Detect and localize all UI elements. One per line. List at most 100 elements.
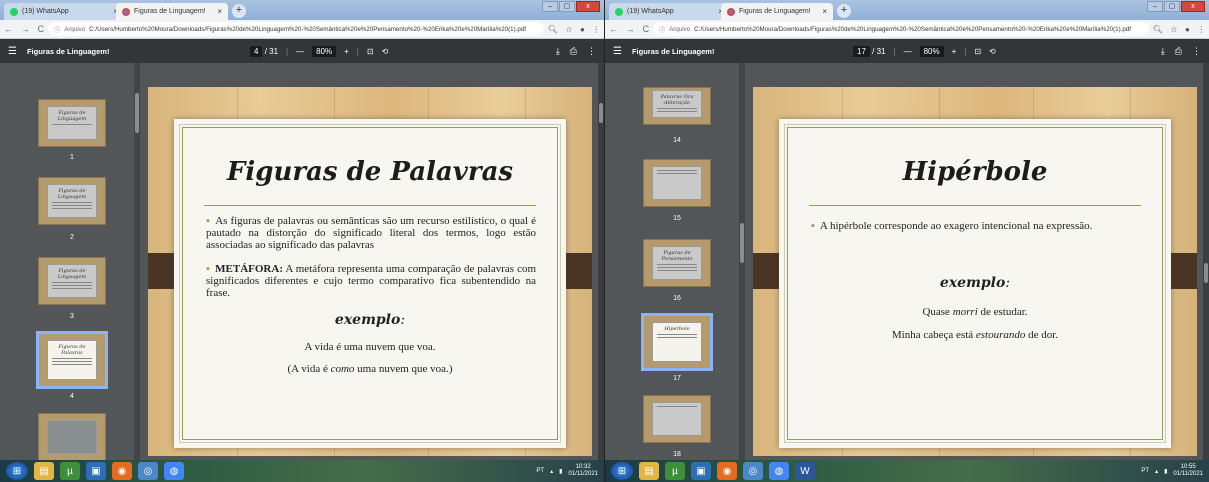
rotate-icon[interactable]: ⟲ <box>382 47 389 56</box>
zoom-out-button[interactable]: — <box>296 47 304 56</box>
whatsapp-icon <box>10 7 18 16</box>
more-icon[interactable]: ⋮ <box>1192 46 1201 57</box>
page-thumbnail[interactable]: Figuras de Linguagem <box>38 257 106 305</box>
scrollbar-thumb[interactable] <box>1204 263 1208 283</box>
close-window-button[interactable]: x <box>576 1 600 12</box>
zoom-in-button[interactable]: + <box>344 47 349 56</box>
slide-card: Hipérbole ▪ A hipérbole corresponde ao ex… <box>779 119 1171 448</box>
zoom-in-button[interactable]: + <box>952 47 957 56</box>
url-text: C:/Users/Humberto%20Moura/Downloads/Figu… <box>89 25 526 33</box>
zoom-input[interactable]: 80% <box>919 45 944 57</box>
page-thumbnail-selected[interactable]: Figuras de Palavras <box>36 331 108 389</box>
page-thumbnail[interactable]: Palavras Oca Aliteração <box>643 87 711 125</box>
page-thumbnail[interactable] <box>643 395 711 443</box>
close-tab-icon[interactable]: × <box>822 7 827 16</box>
firefox-icon[interactable]: ◉ <box>717 462 737 480</box>
page-thumbnail[interactable]: Figuras de Pensamento <box>643 239 711 287</box>
back-icon[interactable]: ← <box>4 24 13 34</box>
profile-icon[interactable]: ● <box>580 25 585 34</box>
url-field[interactable]: ⓘ Arquivo C:/Users/Humberto%20Moura/Down… <box>48 22 544 36</box>
download-icon[interactable]: ⤓ <box>1161 46 1165 57</box>
system-tray: PT ▴ ▮ 10:32 01/11/2021 <box>536 464 598 478</box>
page-number-input[interactable]: 4 <box>250 45 263 57</box>
reload-icon[interactable]: C <box>38 24 45 34</box>
star-icon[interactable]: ☆ <box>1170 25 1177 34</box>
page-thumbnail[interactable]: Figuras de Linguagem <box>38 177 106 225</box>
tray-arrow-icon[interactable]: ▴ <box>1155 468 1158 475</box>
clock[interactable]: 10:55 01/11/2021 <box>1173 464 1203 478</box>
restore-button[interactable]: ▢ <box>559 1 575 12</box>
star-icon[interactable]: ☆ <box>565 25 572 34</box>
viewer-scrollbar[interactable] <box>1203 63 1209 460</box>
chrome-taskbar-icon[interactable]: ◍ <box>769 462 789 480</box>
network-icon[interactable]: ▮ <box>559 468 562 475</box>
print-icon[interactable]: ⎙ <box>1175 46 1182 57</box>
info-icon[interactable]: ⓘ <box>659 25 665 34</box>
hamburger-menu-icon[interactable]: ☰ <box>8 46 17 57</box>
close-tab-icon[interactable]: × <box>217 7 222 16</box>
language-indicator[interactable]: PT <box>1141 468 1149 474</box>
url-field[interactable]: ⓘ Arquivo C:/Users/Humberto%20Moura/Down… <box>653 22 1149 36</box>
minimize-button[interactable]: – <box>1147 1 1163 12</box>
info-icon[interactable]: ⓘ <box>54 25 60 34</box>
start-button-icon[interactable]: ⊞ <box>611 462 633 480</box>
print-icon[interactable]: ⎙ <box>570 46 577 57</box>
profile-icon[interactable]: ● <box>1185 25 1190 34</box>
tray-arrow-icon[interactable]: ▴ <box>550 468 553 475</box>
fit-page-icon[interactable]: ⊡ <box>367 47 374 56</box>
more-icon[interactable]: ⋮ <box>587 46 596 57</box>
zoom-out-button[interactable]: — <box>904 47 912 56</box>
thumbnail-label: 4 <box>70 393 74 400</box>
clock[interactable]: 10:32 01/11/2021 <box>568 464 598 478</box>
network-icon[interactable]: ▮ <box>1164 468 1167 475</box>
fit-page-icon[interactable]: ⊡ <box>974 47 981 56</box>
kebab-menu-icon[interactable]: ⋮ <box>1197 25 1205 34</box>
tab-pdf[interactable]: Figuras de Linguagem! × <box>116 3 228 20</box>
zoom-icon[interactable]: 🔍︎ <box>548 25 558 34</box>
language-indicator[interactable]: PT <box>536 468 544 474</box>
page-thumbnail[interactable] <box>643 159 711 207</box>
pdf-actions: ⤓ ⎙ ⋮ <box>556 46 596 57</box>
page-thumbnail[interactable] <box>38 413 106 460</box>
chrome-taskbar-icon[interactable]: ◍ <box>164 462 184 480</box>
folder-icon[interactable]: ▤ <box>34 462 54 480</box>
scrollbar-thumb[interactable] <box>740 223 744 263</box>
tab-whatsapp[interactable]: (19) WhatsApp × <box>4 3 124 20</box>
page-thumbnail-selected[interactable]: Hipérbole <box>641 313 713 371</box>
pdf-title: Figuras de Linguagem! <box>631 46 715 56</box>
firefox-icon[interactable]: ◉ <box>112 462 132 480</box>
restore-button[interactable]: ▢ <box>1164 1 1180 12</box>
tab-whatsapp[interactable]: (19) WhatsApp × <box>609 3 729 20</box>
page-thumbnail[interactable]: Figuras de Linguagem <box>38 99 106 147</box>
minimize-button[interactable]: – <box>542 1 558 12</box>
zoom-input[interactable]: 80% <box>312 45 337 57</box>
tab-label: (19) WhatsApp <box>627 8 674 15</box>
utorrent-icon[interactable]: µ <box>60 462 80 480</box>
new-tab-button[interactable]: + <box>232 4 246 18</box>
back-icon[interactable]: ← <box>609 24 618 34</box>
media-icon[interactable]: ◎ <box>743 462 763 480</box>
page-number-input[interactable]: 17 <box>853 45 870 57</box>
zoom-icon[interactable]: 🔍︎ <box>1153 25 1163 34</box>
scrollbar-thumb[interactable] <box>599 103 603 123</box>
scrollbar-thumb[interactable] <box>135 93 139 133</box>
download-icon[interactable]: ⤓ <box>556 46 560 57</box>
rotate-icon[interactable]: ⟲ <box>989 47 996 56</box>
start-button-icon[interactable]: ⊞ <box>6 462 28 480</box>
forward-icon[interactable]: → <box>21 24 30 34</box>
app-icon[interactable]: ▣ <box>86 462 106 480</box>
word-icon[interactable]: W <box>795 462 815 480</box>
reload-icon[interactable]: C <box>643 24 650 34</box>
new-tab-button[interactable]: + <box>837 4 851 18</box>
hamburger-menu-icon[interactable]: ☰ <box>613 46 622 57</box>
app-icon[interactable]: ▣ <box>691 462 711 480</box>
media-icon[interactable]: ◎ <box>138 462 158 480</box>
pdf-page-controls: 17 / 31 | — 80% + | ⊡ ⟲ <box>853 45 996 57</box>
left-clip <box>148 253 174 289</box>
folder-icon[interactable]: ▤ <box>639 462 659 480</box>
kebab-menu-icon[interactable]: ⋮ <box>592 25 600 34</box>
tab-pdf[interactable]: Figuras de Linguagem! × <box>721 3 833 20</box>
utorrent-icon[interactable]: µ <box>665 462 685 480</box>
close-window-button[interactable]: x <box>1181 1 1205 12</box>
forward-icon[interactable]: → <box>626 24 635 34</box>
